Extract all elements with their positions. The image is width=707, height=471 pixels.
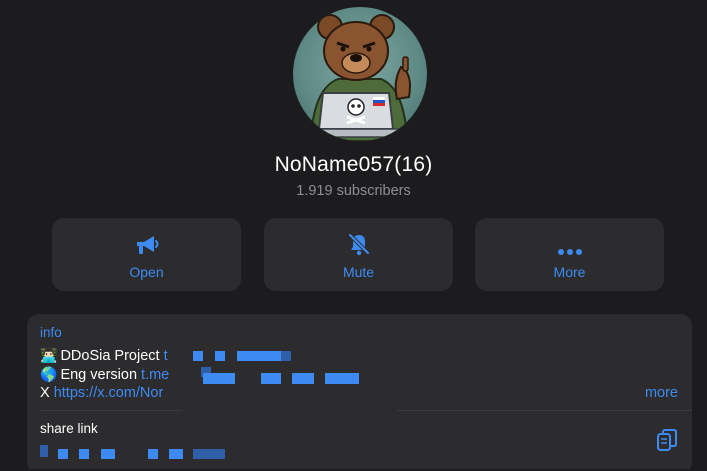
channel-profile: NoName057(16) 1.919 subscribers Open Mut… (2, 2, 705, 469)
open-label: Open (129, 263, 164, 280)
info-label: info (40, 325, 62, 340)
info-card: info 👨🏻‍💻 DDoSia Project t 🌎 Eng version t… (27, 314, 692, 469)
mute-label: Mute (342, 263, 375, 280)
more-link[interactable]: more (645, 385, 678, 401)
megaphone-icon (134, 230, 160, 256)
ddosia-text: DDoSia Project (60, 348, 164, 364)
ellipsis-icon (557, 230, 583, 256)
bell-slash-icon (347, 230, 371, 256)
more-button[interactable]: More (475, 218, 664, 291)
open-button[interactable]: Open (52, 218, 241, 291)
technologist-emoji: 👨🏻‍💻 (40, 347, 58, 363)
bear-avatar-icon (309, 14, 411, 141)
channel-avatar[interactable] (293, 7, 427, 141)
more-label: More (553, 263, 586, 280)
info-line-x: X https://x.com/Nor (40, 385, 163, 401)
channel-name: NoName057(16) (274, 153, 433, 176)
info-line-ddosia: 👨🏻‍💻 DDoSia Project t (40, 347, 168, 364)
x-link[interactable]: https://x.com/Nor (54, 385, 164, 401)
share-link-label: share link (40, 421, 98, 436)
eng-text: Eng version (60, 367, 142, 383)
x-prefix: X (40, 385, 54, 401)
ddosia-link[interactable]: t (164, 348, 168, 364)
mute-button[interactable]: Mute (264, 218, 453, 291)
info-line-eng: 🌎 Eng version t.me (40, 366, 169, 383)
subscriber-count: 1.919 subscribers (296, 183, 411, 199)
copy-icon[interactable] (656, 428, 678, 457)
eng-link[interactable]: t.me (141, 367, 169, 383)
globe-emoji: 🌎 (40, 366, 58, 382)
